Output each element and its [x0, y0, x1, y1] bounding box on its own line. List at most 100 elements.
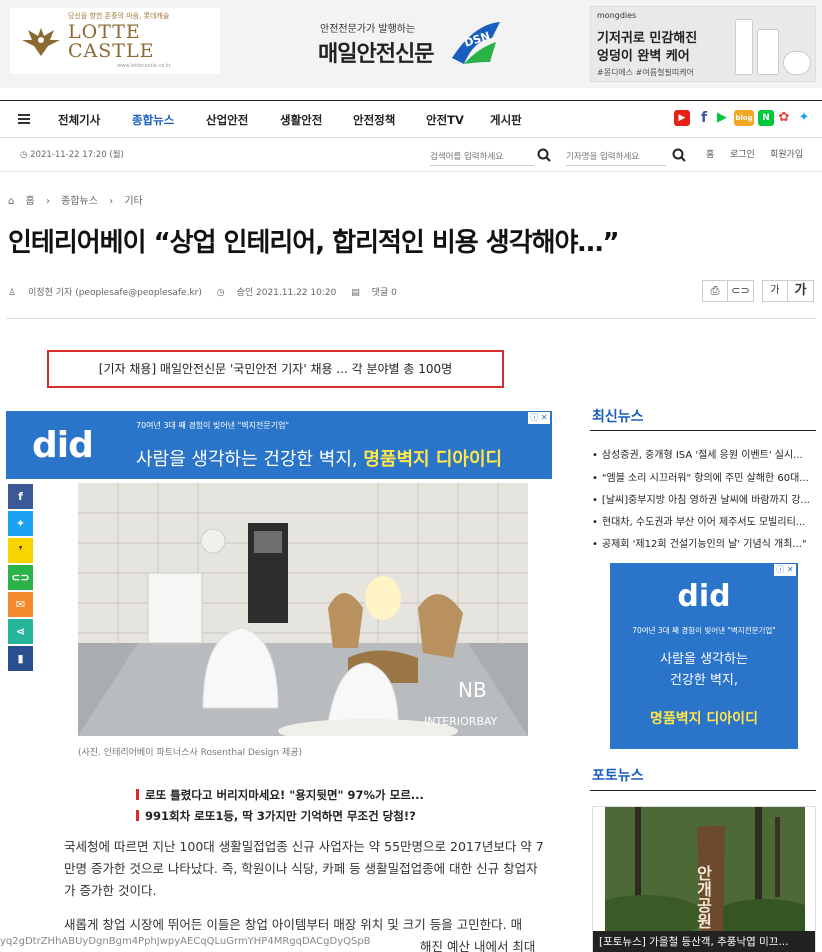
related-link[interactable]: 로또 틀렸다고 버리지마세요! "용지뒷면" 97%가 모르...	[136, 787, 424, 803]
mongdies-ad[interactable]: mongdies 기저귀로 민감해진 엉덩이 완벽 케어 #몽디에스 #여름철필…	[590, 6, 816, 82]
did-ad-logo: did	[32, 425, 94, 466]
related-link-text: 991회차 로또1등, 딱 3가지만 기억하면 무조건 당첨!?	[145, 809, 416, 823]
youtube-icon[interactable]: ▶	[674, 110, 690, 126]
facebook-icon[interactable]: f	[696, 110, 712, 126]
comment-count[interactable]: 댓글 0	[372, 288, 397, 298]
mongdies-line1: 기저귀로 민감해진	[597, 31, 698, 46]
login-link[interactable]: 로그인	[730, 147, 755, 160]
divider	[6, 318, 816, 319]
did-ad-line2b: 명품벽지 디아이디	[363, 449, 503, 470]
naver-tv-icon[interactable]: ▶	[714, 110, 730, 126]
author-icon: ♙	[8, 288, 17, 298]
link-copy-icon[interactable]: ⊂⊃	[728, 280, 754, 302]
did-ad-line2: 사람을 생각하는 건강한 벽지, 명품벽지 디아이디	[136, 445, 502, 471]
search-input[interactable]	[430, 147, 534, 167]
share-link-icon[interactable]: ⊂⊃	[8, 565, 33, 590]
divider	[590, 790, 816, 791]
latest-news-item[interactable]: [날씨]중부지방 아침 영하권 날씨에 바람까지 강...	[592, 491, 816, 506]
latest-news-item[interactable]: "엠블 소리 시끄러워" 항의에 주민 살해한 60대...	[592, 469, 816, 484]
lotte-url: www.lottecastle.co.kr	[117, 63, 171, 69]
nav-item-general[interactable]: 종합뉴스	[132, 112, 174, 128]
nav-item-policy[interactable]: 안전정책	[353, 112, 395, 128]
site-logo[interactable]: 안전전문가가 발행하는 매일안전신문 DSN	[312, 14, 512, 74]
lotte-name: LOTTE CASTLE	[68, 21, 155, 62]
red-bar-icon	[136, 789, 139, 800]
share-mail-icon[interactable]: ✉	[8, 592, 33, 617]
photo-caption: (사진. 인테리어베이 파트너스사 Rosenthal Design 제공)	[78, 748, 302, 758]
twitter-icon[interactable]: ✦	[796, 110, 812, 126]
latest-news-item[interactable]: 공제회 '제12회 건설기능인의 날' 기념식 개최..."	[592, 535, 816, 550]
sidebar-ad-line4: 명품벽지 디아이디	[650, 711, 758, 727]
share-kakao-icon[interactable]: ❜	[8, 538, 33, 563]
product-bottle-image	[757, 29, 779, 75]
nav-item-industrial[interactable]: 산업안전	[206, 112, 248, 128]
did-wallpaper-ad[interactable]: did 70여년 3대 째 경험이 빚어낸 "벽지전문기업" 사람을 생각하는 …	[6, 411, 552, 479]
naver-post-icon[interactable]: N	[758, 110, 774, 126]
bookmark-icon[interactable]: ▮	[8, 646, 33, 671]
photo-news-title: 포토뉴스	[592, 768, 644, 784]
breadcrumb-sub[interactable]: 기타	[124, 196, 142, 207]
kakao-story-icon[interactable]: ✿	[776, 110, 792, 126]
current-datetime: ◷ 2021-11-22 17:20 (월)	[20, 150, 124, 160]
related-link[interactable]: 991회차 로또1등, 딱 3가지만 기억하면 무조건 당첨!?	[136, 808, 416, 824]
photo-news-card[interactable]: 안개공원 [포토뉴스] 가을철 등산객, 추풍낙엽 미끄...	[592, 806, 816, 952]
interiorbay-watermark-logo: NB	[458, 678, 487, 702]
reporter-search-input[interactable]	[566, 147, 666, 167]
lotte-tagline: 당신을 향한 존중의 마음, 롯데캐슬	[68, 12, 170, 20]
signup-link[interactable]: 회원가입	[770, 147, 803, 160]
top-banner-area: 당신을 향한 존중의 마음, 롯데캐슬 LOTTE CASTLE www.lot…	[0, 0, 822, 88]
sidebar-did-ad[interactable]: did 70여년 3대 째 경험이 빚어낸 "벽지전문기업" 사람을 생각하는 건…	[610, 563, 798, 749]
product-bottle-image	[735, 19, 753, 75]
article-meta: ♙ 이정현 기자 (peoplesafe@peoplesafe.kr) ◷ 승인 2…	[8, 285, 409, 298]
article-photo: NB INTERIORBAY	[78, 483, 528, 736]
print-icon[interactable]: ⎙	[702, 280, 728, 302]
font-decrease-button[interactable]: 가	[762, 280, 788, 302]
breadcrumb-section[interactable]: 종합뉴스	[61, 196, 98, 207]
breadcrumb-home[interactable]: 홈	[26, 196, 35, 207]
share-more-icon[interactable]: ⋖	[8, 619, 33, 644]
reporter-search-icon[interactable]	[672, 148, 686, 162]
share-twitter-icon[interactable]: ✦	[8, 511, 33, 536]
clock-icon: ◷	[216, 288, 225, 298]
did-ad-line1: 70여년 3대 째 경험이 빚어낸 "벽지전문기업"	[136, 421, 290, 430]
home-link[interactable]: 홈	[706, 147, 714, 160]
font-increase-button[interactable]: 가	[788, 280, 814, 302]
dsn-logo-icon: DSN	[444, 18, 502, 70]
did-ad-line2a: 사람을 생각하는 건강한 벽지,	[136, 449, 364, 470]
divider	[590, 430, 816, 431]
menu-hamburger-icon[interactable]	[18, 114, 30, 124]
article-paragraph: 새롭게 창업 시장에 뛰어든 이들은 창업 아이템부터 매장 위치 및 크기 등…	[64, 917, 523, 932]
ad-info-icon[interactable]: ⓘ ✕	[528, 412, 550, 424]
sidebar-ad-line1: 70여년 3대 째 경험이 빚어낸 "벽지전문기업"	[632, 626, 776, 635]
recruit-notice-link[interactable]: [기자 채용] 매일안전신문 '국민안전 기자' 채용 ... 각 분야별 총 …	[47, 350, 504, 388]
search-icon[interactable]	[537, 148, 551, 162]
interiorbay-watermark-text: INTERIORBAY	[424, 715, 498, 728]
current-datetime-text: 2021-11-22 17:20 (월)	[30, 150, 124, 160]
utility-bar: ◷ 2021-11-22 17:20 (월) 홈 로그인 회원가입	[0, 138, 822, 172]
lotte-castle-ad[interactable]: 당신을 향한 존중의 마음, 롯데캐슬 LOTTE CASTLE www.lot…	[10, 8, 220, 74]
breadcrumb-separator-icon: ›	[45, 196, 50, 207]
share-facebook-icon[interactable]: f	[8, 484, 33, 509]
breadcrumb: ⌂ 홈 › 종합뉴스 › 기타	[8, 192, 151, 207]
article-paragraph: 국세청에 따르면 지난 100대 생활밀접업종 신규 사업자는 약 55만명으로…	[64, 839, 544, 898]
comment-icon: ▤	[351, 288, 360, 298]
nav-item-board[interactable]: 게시판	[490, 112, 522, 128]
nav-item-all[interactable]: 전체기사	[58, 112, 100, 128]
nav-item-tv[interactable]: 안전TV	[426, 112, 464, 128]
home-icon[interactable]: ⌂	[8, 196, 14, 207]
author: 이정현 기자 (peoplesafe@peoplesafe.kr)	[28, 288, 202, 298]
article-paragraph-tail: 해진 예산 내에서 최대	[420, 939, 536, 952]
photo-news-image: 안개공원	[605, 807, 805, 935]
latest-news-item[interactable]: 현대차, 수도권과 부산 이어 제주서도 모빌리티...	[592, 513, 816, 528]
blog-icon[interactable]: blog	[734, 110, 754, 126]
article-title: 인테리어베이 “상업 인테리어, 합리적인 비용 생각해야…”	[8, 228, 620, 258]
eagle-emblem-icon	[20, 24, 62, 58]
latest-news-item[interactable]: 삼성증권, 중개형 ISA '절세 응원 이벤트' 실시...	[592, 446, 816, 461]
ad-info-icon[interactable]: ⓘ ✕	[774, 564, 796, 576]
nav-item-life[interactable]: 생활안전	[280, 112, 322, 128]
related-link-text: 로또 틀렸다고 버리지마세요! "용지뒷면" 97%가 모르...	[145, 788, 424, 802]
product-jar-image	[783, 51, 811, 75]
latest-news-title: 최신뉴스	[592, 409, 644, 425]
photo-news-sign-text: 안개공원	[694, 865, 713, 929]
sidebar-ad-logo: did	[677, 579, 731, 614]
